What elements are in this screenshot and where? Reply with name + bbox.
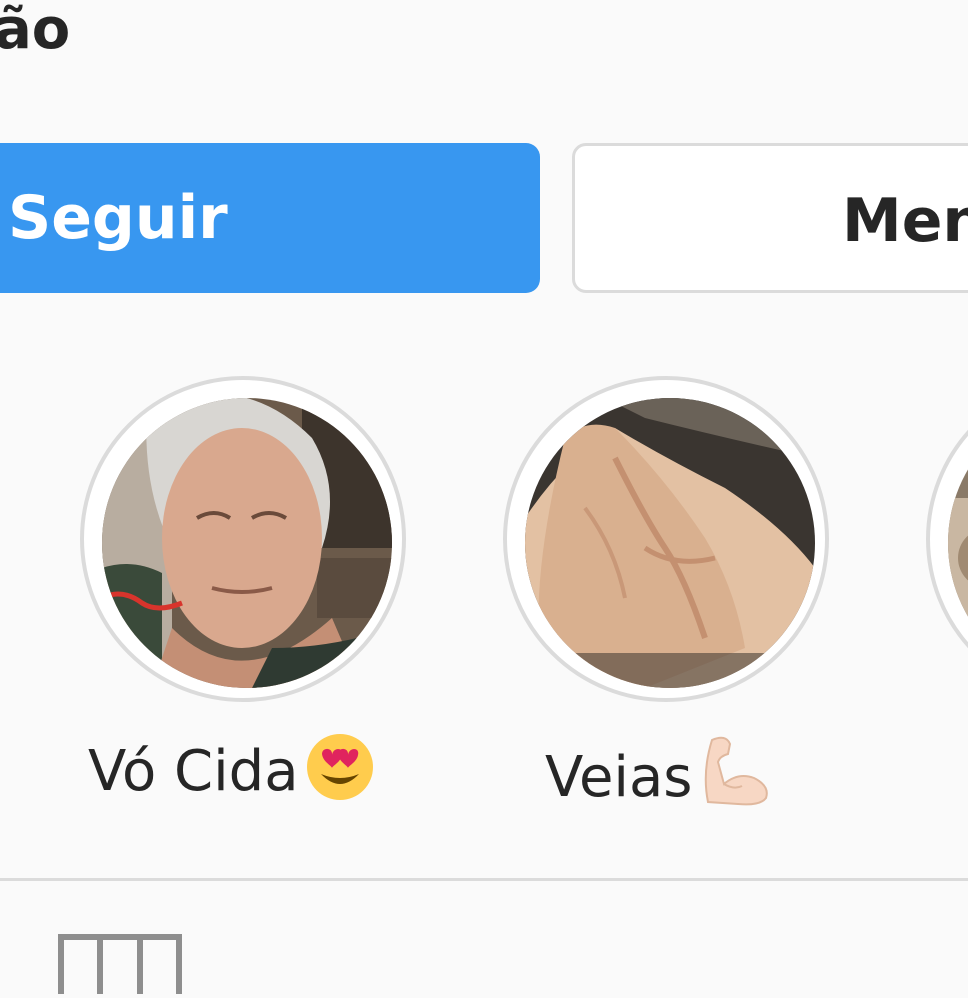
- highlight-ring: [926, 376, 968, 702]
- follow-button[interactable]: Seguir: [0, 143, 540, 293]
- highlight-label-text: Veias: [545, 745, 693, 810]
- highlight-cover-image: [102, 398, 392, 688]
- highlight-cover-image: [948, 398, 968, 688]
- profile-text-fragment: ão: [0, 0, 71, 62]
- tab-divider: [0, 878, 968, 881]
- story-highlight-veias[interactable]: Veias: [503, 376, 833, 816]
- message-button-label: Men: [842, 186, 968, 256]
- highlight-ring: [503, 376, 829, 702]
- highlight-cover-image: [525, 398, 815, 688]
- follow-button-label: Seguir: [8, 183, 228, 253]
- grid-icon[interactable]: [58, 934, 182, 998]
- message-button[interactable]: Men: [572, 143, 968, 293]
- story-highlight-partial[interactable]: [926, 376, 968, 706]
- story-highlight-vo-cida[interactable]: Vó Cida: [80, 376, 480, 816]
- highlight-ring: [80, 376, 406, 702]
- flexed-biceps-emoji-icon: [705, 736, 769, 806]
- highlight-label: Veias: [545, 732, 774, 811]
- highlight-label-text: Vó Cida: [88, 739, 299, 804]
- heart-eyes-emoji-icon: [306, 734, 373, 800]
- highlight-label: Vó Cida: [88, 732, 375, 805]
